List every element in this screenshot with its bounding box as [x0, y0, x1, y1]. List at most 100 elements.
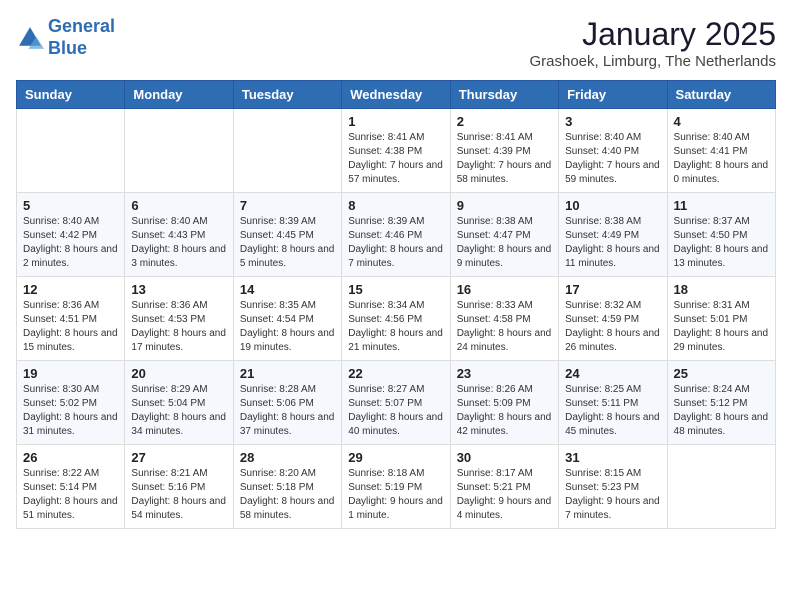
calendar-cell: 17 Sunrise: 8:32 AM Sunset: 4:59 PM Dayli… [559, 277, 667, 361]
day-info: Sunrise: 8:40 AM Sunset: 4:40 PM Dayligh… [565, 131, 660, 187]
calendar-cell: 2 Sunrise: 8:41 AM Sunset: 4:39 PM Daylig… [450, 109, 558, 193]
calendar-cell: 20 Sunrise: 8:29 AM Sunset: 5:04 PM Dayli… [125, 361, 233, 445]
day-number: 23 [457, 366, 552, 381]
calendar-cell: 10 Sunrise: 8:38 AM Sunset: 4:49 PM Dayli… [559, 193, 667, 277]
day-info: Sunrise: 8:37 AM Sunset: 4:50 PM Dayligh… [674, 215, 769, 271]
day-number: 27 [131, 450, 226, 465]
calendar-cell: 29 Sunrise: 8:18 AM Sunset: 5:19 PM Dayli… [342, 445, 450, 529]
calendar-cell: 21Sunrise: 8:28 AM Sunset: 5:06 PM Dayli… [233, 361, 341, 445]
calendar-cell: 18Sunrise: 8:31 AM Sunset: 5:01 PM Dayli… [667, 277, 775, 361]
title-block: January 2025 Grashoek, Limburg, The Neth… [529, 16, 776, 70]
day-number: 12 [23, 282, 118, 297]
calendar-cell [667, 445, 775, 529]
day-number: 29 [348, 450, 443, 465]
calendar-subtitle: Grashoek, Limburg, The Netherlands [529, 53, 776, 70]
header-friday: Friday [559, 81, 667, 109]
page-header: General Blue January 2025 Grashoek, Limb… [16, 16, 776, 70]
day-info: Sunrise: 8:24 AM Sunset: 5:12 PM Dayligh… [674, 383, 769, 439]
day-number: 22 [348, 366, 443, 381]
calendar-cell: 1 Sunrise: 8:41 AM Sunset: 4:38 PM Daylig… [342, 109, 450, 193]
header-monday: Monday [125, 81, 233, 109]
calendar-week-5: 26 Sunrise: 8:22 AM Sunset: 5:14 PM Dayli… [17, 445, 776, 529]
day-number: 16 [457, 282, 552, 297]
day-info: Sunrise: 8:28 AM Sunset: 5:06 PM Dayligh… [240, 383, 335, 439]
day-number: 5 [23, 198, 118, 213]
calendar-cell: 3Sunrise: 8:40 AM Sunset: 4:40 PM Daylig… [559, 109, 667, 193]
day-info: Sunrise: 8:34 AM Sunset: 4:56 PM Dayligh… [348, 299, 443, 355]
calendar-week-1: 1 Sunrise: 8:41 AM Sunset: 4:38 PM Daylig… [17, 109, 776, 193]
day-number: 15 [348, 282, 443, 297]
day-info: Sunrise: 8:36 AM Sunset: 4:53 PM Dayligh… [131, 299, 226, 355]
calendar-cell: 11Sunrise: 8:37 AM Sunset: 4:50 PM Dayli… [667, 193, 775, 277]
calendar-cell: 8 Sunrise: 8:39 AM Sunset: 4:46 PM Daylig… [342, 193, 450, 277]
calendar-cell: 25 Sunrise: 8:24 AM Sunset: 5:12 PM Dayli… [667, 361, 775, 445]
day-number: 19 [23, 366, 118, 381]
calendar-cell: 27Sunrise: 8:21 AM Sunset: 5:16 PM Dayli… [125, 445, 233, 529]
day-info: Sunrise: 8:35 AM Sunset: 4:54 PM Dayligh… [240, 299, 335, 355]
day-info: Sunrise: 8:39 AM Sunset: 4:45 PM Dayligh… [240, 215, 335, 271]
calendar-cell: 23Sunrise: 8:26 AM Sunset: 5:09 PM Dayli… [450, 361, 558, 445]
calendar-cell: 15 Sunrise: 8:34 AM Sunset: 4:56 PM Dayli… [342, 277, 450, 361]
day-number: 1 [348, 114, 443, 129]
day-number: 9 [457, 198, 552, 213]
logo-line2: Blue [48, 38, 87, 58]
header-saturday: Saturday [667, 81, 775, 109]
logo: General Blue [16, 16, 115, 59]
day-number: 6 [131, 198, 226, 213]
day-number: 13 [131, 282, 226, 297]
day-info: Sunrise: 8:32 AM Sunset: 4:59 PM Dayligh… [565, 299, 660, 355]
day-info: Sunrise: 8:40 AM Sunset: 4:43 PM Dayligh… [131, 215, 226, 271]
calendar-cell: 28 Sunrise: 8:20 AM Sunset: 5:18 PM Dayli… [233, 445, 341, 529]
day-info: Sunrise: 8:40 AM Sunset: 4:42 PM Dayligh… [23, 215, 118, 271]
calendar-cell: 26 Sunrise: 8:22 AM Sunset: 5:14 PM Dayli… [17, 445, 125, 529]
calendar-cell: 9Sunrise: 8:38 AM Sunset: 4:47 PM Daylig… [450, 193, 558, 277]
header-tuesday: Tuesday [233, 81, 341, 109]
header-sunday: Sunday [17, 81, 125, 109]
day-info: Sunrise: 8:17 AM Sunset: 5:21 PM Dayligh… [457, 467, 552, 523]
day-number: 28 [240, 450, 335, 465]
day-number: 8 [348, 198, 443, 213]
day-info: Sunrise: 8:38 AM Sunset: 4:49 PM Dayligh… [565, 215, 660, 271]
day-info: Sunrise: 8:30 AM Sunset: 5:02 PM Dayligh… [23, 383, 118, 439]
header-wednesday: Wednesday [342, 81, 450, 109]
logo-icon [16, 24, 44, 52]
calendar-cell: 16 Sunrise: 8:33 AM Sunset: 4:58 PM Dayli… [450, 277, 558, 361]
header-thursday: Thursday [450, 81, 558, 109]
calendar-week-2: 5 Sunrise: 8:40 AM Sunset: 4:42 PM Daylig… [17, 193, 776, 277]
day-info: Sunrise: 8:20 AM Sunset: 5:18 PM Dayligh… [240, 467, 335, 523]
day-number: 4 [674, 114, 769, 129]
calendar-cell: 7 Sunrise: 8:39 AM Sunset: 4:45 PM Daylig… [233, 193, 341, 277]
calendar-cell: 5 Sunrise: 8:40 AM Sunset: 4:42 PM Daylig… [17, 193, 125, 277]
day-info: Sunrise: 8:18 AM Sunset: 5:19 PM Dayligh… [348, 467, 443, 523]
logo-text: General Blue [48, 16, 115, 59]
day-info: Sunrise: 8:39 AM Sunset: 4:46 PM Dayligh… [348, 215, 443, 271]
calendar-cell: 24Sunrise: 8:25 AM Sunset: 5:11 PM Dayli… [559, 361, 667, 445]
calendar-cell: 6 Sunrise: 8:40 AM Sunset: 4:43 PM Daylig… [125, 193, 233, 277]
day-number: 20 [131, 366, 226, 381]
day-info: Sunrise: 8:33 AM Sunset: 4:58 PM Dayligh… [457, 299, 552, 355]
calendar-cell: 31Sunrise: 8:15 AM Sunset: 5:23 PM Dayli… [559, 445, 667, 529]
day-number: 10 [565, 198, 660, 213]
day-number: 31 [565, 450, 660, 465]
calendar-cell: 14Sunrise: 8:35 AM Sunset: 4:54 PM Dayli… [233, 277, 341, 361]
day-info: Sunrise: 8:25 AM Sunset: 5:11 PM Dayligh… [565, 383, 660, 439]
calendar-table: Sunday Monday Tuesday Wednesday Thursday… [16, 80, 776, 529]
calendar-cell: 22Sunrise: 8:27 AM Sunset: 5:07 PM Dayli… [342, 361, 450, 445]
day-number: 25 [674, 366, 769, 381]
day-info: Sunrise: 8:29 AM Sunset: 5:04 PM Dayligh… [131, 383, 226, 439]
calendar-cell: 4Sunrise: 8:40 AM Sunset: 4:41 PM Daylig… [667, 109, 775, 193]
calendar-cell: 19 Sunrise: 8:30 AM Sunset: 5:02 PM Dayli… [17, 361, 125, 445]
day-info: Sunrise: 8:41 AM Sunset: 4:38 PM Dayligh… [348, 131, 443, 187]
day-info: Sunrise: 8:22 AM Sunset: 5:14 PM Dayligh… [23, 467, 118, 523]
day-number: 30 [457, 450, 552, 465]
calendar-week-4: 19 Sunrise: 8:30 AM Sunset: 5:02 PM Dayli… [17, 361, 776, 445]
day-number: 17 [565, 282, 660, 297]
day-number: 26 [23, 450, 118, 465]
calendar-cell [233, 109, 341, 193]
calendar-week-3: 12Sunrise: 8:36 AM Sunset: 4:51 PM Dayli… [17, 277, 776, 361]
calendar-header-row: Sunday Monday Tuesday Wednesday Thursday… [17, 81, 776, 109]
day-info: Sunrise: 8:41 AM Sunset: 4:39 PM Dayligh… [457, 131, 552, 187]
logo-line1: General [48, 16, 115, 36]
day-number: 7 [240, 198, 335, 213]
day-number: 2 [457, 114, 552, 129]
